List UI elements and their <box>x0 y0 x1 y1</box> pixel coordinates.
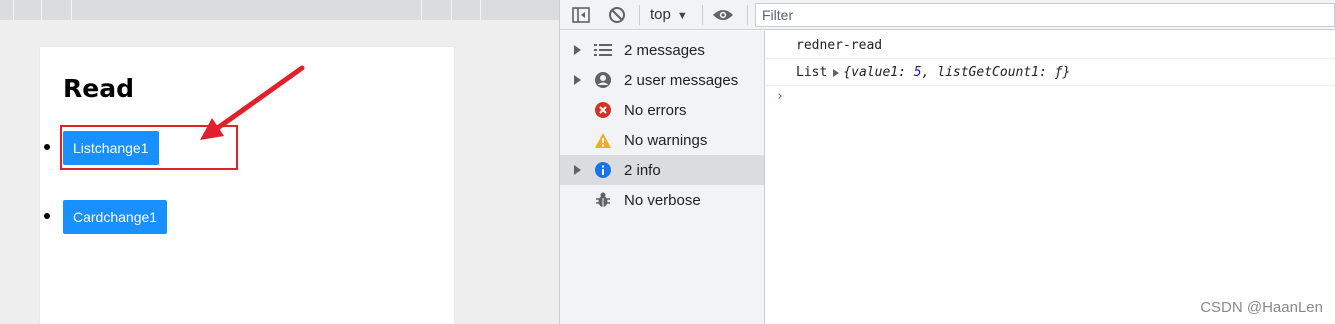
object-key: listGetCount1 <box>937 65 1039 80</box>
console-toolbar: top ▼ Filter <box>560 0 1335 30</box>
toolbar-separator <box>747 5 748 25</box>
object-value: ƒ <box>1054 65 1063 80</box>
cardchange1-button[interactable]: Cardchange1 <box>63 200 168 234</box>
console-message[interactable]: redner-read <box>766 32 1335 59</box>
filter-input[interactable]: Filter <box>755 3 1335 27</box>
page-title: Read <box>63 74 134 103</box>
error-icon <box>594 101 612 119</box>
page-viewport: Read Listchange1 Cardchange1 <box>0 0 559 324</box>
toolbar-separator <box>702 5 703 25</box>
sidebar-item-label: No errors <box>624 102 687 119</box>
clear-console-icon[interactable] <box>606 4 628 26</box>
list-icon <box>594 41 612 59</box>
sidebar-item-info[interactable]: 2 info <box>560 155 764 185</box>
object-preview[interactable]: {value1: 5, listGetCount1: ƒ} <box>843 65 1070 80</box>
sidebar-item-label: 2 info <box>624 162 661 179</box>
context-selector[interactable]: top ▼ <box>650 6 688 23</box>
bug-icon <box>594 191 612 209</box>
user-icon <box>594 71 612 89</box>
warning-icon <box>594 131 612 149</box>
object-expand-caret-icon[interactable] <box>833 68 840 77</box>
log-text: List {value1: 5, listGetCount1: ƒ} <box>796 65 1070 80</box>
strip-divider <box>41 0 42 20</box>
log-prefix: List <box>796 65 828 80</box>
strip-divider <box>13 0 14 20</box>
sidebar-item-errors[interactable]: No errors <box>560 95 764 125</box>
context-label: top <box>650 6 671 23</box>
sidebar-item-user-messages[interactable]: 2 user messages <box>560 65 764 95</box>
list-bullet <box>44 213 50 219</box>
sidebar-item-label: No verbose <box>624 192 701 209</box>
screenshot-root: Read Listchange1 Cardchange1 top ▼ Filte… <box>0 0 1335 324</box>
sidebar-item-label: 2 user messages <box>624 72 739 89</box>
live-expression-eye-icon[interactable] <box>712 4 734 26</box>
strip-divider <box>451 0 452 20</box>
console-log-area: redner-read List {value1: 5, listGetCount… <box>766 31 1335 324</box>
sidebar-item-label: No warnings <box>624 132 708 149</box>
object-key: value1 <box>851 65 899 80</box>
sidebar-item-messages[interactable]: 2 messages <box>560 35 764 65</box>
list-bullet <box>44 144 50 150</box>
sidebar-item-label: 2 messages <box>624 42 705 59</box>
sidebar-item-verbose[interactable]: No verbose <box>560 185 764 215</box>
console-sidebar: 2 messages 2 user messages No errors No … <box>560 31 765 324</box>
dropdown-caret-icon: ▼ <box>676 10 688 22</box>
object-value: 5 <box>913 65 922 80</box>
annotation-arrow-icon <box>200 65 305 140</box>
strip-divider <box>71 0 72 20</box>
sidebar-item-warnings[interactable]: No warnings <box>560 125 764 155</box>
log-text: redner-read <box>796 38 883 53</box>
toggle-sidebar-icon[interactable] <box>570 4 592 26</box>
page-top-strip <box>0 0 559 20</box>
toolbar-separator <box>639 5 640 25</box>
console-message[interactable]: List {value1: 5, listGetCount1: ƒ} <box>766 59 1335 86</box>
console-prompt-icon[interactable]: › <box>776 89 784 104</box>
strip-divider <box>480 0 481 20</box>
strip-divider <box>421 0 422 20</box>
watermark-text: CSDN @HaanLen <box>1200 299 1323 316</box>
expand-caret-icon[interactable] <box>574 165 581 175</box>
devtools-panel: top ▼ Filter 2 messages 2 user messages … <box>559 0 1335 324</box>
expand-caret-icon[interactable] <box>574 45 581 55</box>
expand-caret-icon[interactable] <box>574 75 581 85</box>
info-icon <box>594 161 612 179</box>
